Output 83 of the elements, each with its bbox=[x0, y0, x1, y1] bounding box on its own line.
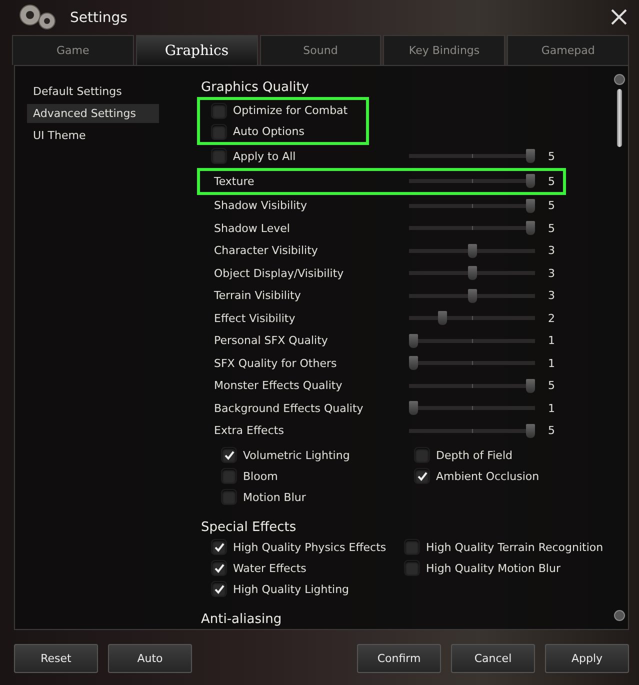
footer-button[interactable]: Cancel bbox=[451, 644, 535, 673]
slider-thumb[interactable] bbox=[438, 311, 448, 326]
setting-label: Object Display/Visibility bbox=[213, 266, 345, 280]
checkbox[interactable] bbox=[211, 539, 227, 555]
slider-thumb[interactable] bbox=[526, 174, 535, 188]
sidebar-item[interactable]: Advanced Settings bbox=[27, 104, 159, 123]
section-heading: Special Effects bbox=[201, 520, 298, 535]
option-label: Optimize for Combat bbox=[233, 104, 348, 117]
slider-value: 5 bbox=[547, 379, 555, 392]
tab[interactable]: Game bbox=[12, 35, 134, 65]
slider-thumb[interactable] bbox=[526, 424, 535, 438]
slider-value: 1 bbox=[547, 334, 555, 348]
option-label: Ambient Occlusion bbox=[436, 470, 540, 482]
setting-label: Personal SFX Quality bbox=[213, 334, 329, 348]
slider-value: 5 bbox=[547, 150, 555, 163]
slider-thumb[interactable] bbox=[468, 244, 476, 258]
setting-label: SFX Quality for Others bbox=[213, 356, 338, 370]
sidebar-item[interactable]: Default Settings bbox=[27, 82, 159, 101]
section-heading: Anti-aliasing bbox=[201, 612, 283, 627]
scrollbar-thumb[interactable] bbox=[616, 89, 622, 147]
checkbox[interactable] bbox=[221, 468, 237, 484]
tab[interactable]: Gamepad bbox=[507, 35, 629, 65]
option-label: Bloom bbox=[243, 470, 278, 482]
footer-button[interactable]: Apply bbox=[545, 644, 629, 673]
setting-label: Extra Effects bbox=[213, 424, 285, 438]
footer-button[interactable]: Confirm bbox=[357, 644, 441, 673]
slider-thumb[interactable] bbox=[468, 288, 476, 303]
option-label: Depth of Field bbox=[436, 448, 512, 462]
slider-value: 2 bbox=[547, 312, 555, 325]
checkbox[interactable] bbox=[211, 148, 227, 164]
option-label: Water Effects bbox=[233, 562, 306, 574]
footer-button[interactable]: Auto bbox=[108, 644, 192, 673]
setting-label: Shadow Visibility bbox=[213, 199, 308, 212]
checkbox[interactable] bbox=[404, 560, 420, 576]
setting-label: Background Effects Quality bbox=[213, 402, 364, 415]
slider-value: 5 bbox=[547, 424, 555, 438]
slider-thumb[interactable] bbox=[409, 401, 418, 416]
setting-label: Texture bbox=[213, 174, 256, 188]
footer-button[interactable]: Reset bbox=[14, 644, 98, 673]
option-label: Auto Options bbox=[233, 125, 304, 138]
checkbox[interactable] bbox=[211, 102, 227, 118]
option-label: High Quality Terrain Recognition bbox=[426, 540, 604, 554]
tab[interactable]: Graphics bbox=[136, 35, 258, 65]
option-label: Volumetric Lighting bbox=[243, 448, 350, 462]
checkbox[interactable] bbox=[221, 489, 237, 505]
setting-label: Terrain Visibility bbox=[213, 289, 302, 302]
checkbox[interactable] bbox=[211, 581, 227, 597]
checkbox[interactable] bbox=[211, 124, 227, 140]
slider-value: 3 bbox=[547, 266, 555, 280]
slider-thumb[interactable] bbox=[468, 266, 476, 280]
option-label: Apply to All bbox=[233, 150, 297, 163]
option-label: Motion Blur bbox=[243, 490, 306, 504]
close-icon[interactable] bbox=[609, 8, 629, 28]
slider-thumb[interactable] bbox=[526, 149, 535, 164]
slider-thumb[interactable] bbox=[526, 221, 535, 236]
setting-label: Effect Visibility bbox=[213, 312, 296, 325]
slider-thumb[interactable] bbox=[409, 334, 418, 348]
slider-thumb[interactable] bbox=[409, 356, 418, 370]
checkbox[interactable] bbox=[404, 539, 420, 555]
setting-label: Monster Effects Quality bbox=[213, 379, 344, 392]
setting-label: Character Visibility bbox=[213, 244, 319, 258]
slider-value: 3 bbox=[547, 289, 555, 302]
slider-value: 5 bbox=[547, 222, 555, 235]
checkbox[interactable] bbox=[221, 447, 237, 463]
checkbox[interactable] bbox=[414, 447, 430, 463]
slider-thumb[interactable] bbox=[526, 378, 535, 393]
slider-value: 1 bbox=[547, 402, 555, 415]
slider-value: 1 bbox=[547, 356, 555, 370]
slider-value: 3 bbox=[547, 244, 555, 258]
tab[interactable]: Key Bindings bbox=[383, 35, 506, 65]
slider-value: 5 bbox=[547, 174, 555, 188]
option-label: High Quality Motion Blur bbox=[426, 562, 560, 574]
tab[interactable]: Sound bbox=[260, 35, 382, 65]
window-title: Settings bbox=[70, 10, 128, 26]
setting-label: Shadow Level bbox=[213, 222, 291, 235]
option-label: High Quality Lighting bbox=[233, 582, 350, 596]
slider-thumb[interactable] bbox=[526, 198, 535, 213]
checkbox[interactable] bbox=[211, 560, 227, 576]
slider-value: 5 bbox=[547, 199, 555, 212]
option-label: High Quality Physics Effects bbox=[233, 540, 386, 554]
checkbox[interactable] bbox=[414, 468, 430, 484]
section-heading: Graphics Quality bbox=[201, 80, 310, 95]
sidebar-item[interactable]: UI Theme bbox=[27, 126, 159, 145]
